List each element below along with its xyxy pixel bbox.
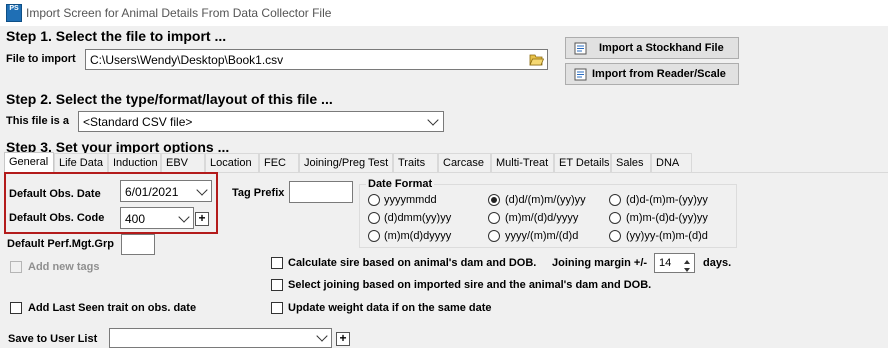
import-reader-label: Import from Reader/Scale bbox=[592, 68, 726, 80]
date-format-option-label: (d)dmm(yy)yy bbox=[384, 212, 452, 224]
add-obs-code-button[interactable]: + bbox=[195, 212, 209, 226]
tab-ebv[interactable]: EBV bbox=[161, 153, 205, 172]
notepad-icon bbox=[574, 68, 587, 81]
perf-mgt-grp-label: Default Perf.Mgt.Grp bbox=[7, 238, 114, 250]
update-weight-checkbox[interactable] bbox=[271, 302, 283, 314]
file-type-label: This file is a bbox=[6, 115, 69, 127]
save-user-list-select[interactable] bbox=[109, 328, 332, 348]
notepad-icon bbox=[574, 42, 587, 55]
date-format-option-label: (d)d/(m)m/(yy)yy bbox=[505, 194, 586, 206]
tab-fec[interactable]: FEC bbox=[259, 153, 299, 172]
spin-up-icon[interactable] bbox=[681, 255, 693, 264]
tab-et-details[interactable]: ET Details bbox=[554, 153, 611, 172]
date-format-option-label: (m)m/(d)d/yyyy bbox=[505, 212, 579, 224]
file-type-value: <Standard CSV file> bbox=[83, 115, 193, 129]
tab-general[interactable]: General bbox=[4, 152, 54, 173]
joining-margin-unit: days. bbox=[703, 257, 732, 269]
title-bar: PS Import Screen for Animal Details From… bbox=[0, 0, 888, 26]
joining-margin-value: 14 bbox=[659, 257, 672, 269]
tag-prefix-input[interactable] bbox=[289, 181, 353, 203]
chevron-down-icon bbox=[427, 114, 439, 126]
date-format-option-label: (m)m(d)dyyyy bbox=[384, 230, 452, 242]
date-format-radio[interactable] bbox=[609, 194, 621, 206]
date-format-radio[interactable] bbox=[368, 212, 380, 224]
file-to-import-label: File to import bbox=[6, 53, 76, 65]
tab-life-data[interactable]: Life Data bbox=[54, 153, 108, 172]
date-format-radio[interactable] bbox=[368, 194, 380, 206]
save-user-list-label: Save to User List bbox=[8, 333, 98, 345]
folder-open-icon[interactable] bbox=[529, 52, 545, 67]
tab-joining-preg-test[interactable]: Joining/Preg Test bbox=[299, 153, 393, 172]
obs-code-label: Default Obs. Code bbox=[9, 212, 105, 224]
calc-sire-label: Calculate sire based on animal's dam and… bbox=[288, 257, 537, 269]
obs-code-value: 400 bbox=[125, 212, 146, 226]
tab-multi-treat[interactable]: Multi-Treat bbox=[491, 153, 554, 172]
obs-code-select[interactable]: 400 bbox=[120, 207, 194, 229]
add-last-seen-label: Add Last Seen trait on obs. date bbox=[28, 302, 197, 314]
perf-mgt-grp-input[interactable] bbox=[121, 234, 155, 255]
add-last-seen-checkbox[interactable] bbox=[10, 302, 22, 314]
tab-sales[interactable]: Sales bbox=[611, 153, 651, 172]
date-format-option-label: yyyymmdd bbox=[384, 194, 437, 206]
step2-heading: Step 2. Select the type/format/layout of… bbox=[6, 91, 333, 107]
date-format-radio[interactable] bbox=[609, 212, 621, 224]
joining-margin-label: Joining margin +/- bbox=[552, 257, 648, 269]
window-title: Import Screen for Animal Details From Da… bbox=[26, 6, 332, 20]
obs-date-label: Default Obs. Date bbox=[9, 188, 101, 200]
step1-heading: Step 1. Select the file to import ... bbox=[6, 28, 227, 44]
date-format-radio[interactable] bbox=[488, 230, 500, 242]
select-joining-label: Select joining based on imported sire an… bbox=[288, 279, 652, 291]
update-weight-label: Update weight data if on the same date bbox=[288, 302, 492, 314]
file-path-input[interactable]: C:\Users\Wendy\Desktop\Book1.csv bbox=[85, 49, 548, 70]
date-format-option-label: (d)d-(m)m-(yy)yy bbox=[626, 194, 708, 206]
tab-traits[interactable]: Traits bbox=[393, 153, 438, 172]
import-stockhand-label: Import a Stockhand File bbox=[599, 42, 724, 54]
joining-margin-stepper[interactable]: 14 bbox=[654, 253, 695, 273]
date-format-option-label: (m)m-(d)d-(yy)yy bbox=[626, 212, 708, 224]
spin-down-icon[interactable] bbox=[681, 263, 693, 272]
add-new-tags-label: Add new tags bbox=[28, 261, 100, 273]
obs-date-picker[interactable]: 6/01/2021 bbox=[120, 180, 212, 202]
obs-date-value: 6/01/2021 bbox=[125, 185, 179, 199]
chevron-down-icon bbox=[196, 184, 208, 196]
add-new-tags-checkbox[interactable] bbox=[10, 261, 22, 273]
file-type-select[interactable]: <Standard CSV file> bbox=[78, 111, 444, 132]
date-format-label: Date Format bbox=[366, 178, 435, 190]
import-reader-button[interactable]: Import from Reader/Scale bbox=[565, 63, 739, 85]
chevron-down-icon bbox=[316, 330, 328, 342]
chevron-down-icon bbox=[178, 211, 190, 223]
tab-carcase[interactable]: Carcase bbox=[438, 153, 491, 172]
import-stockhand-button[interactable]: Import a Stockhand File bbox=[565, 37, 739, 59]
tab-dna[interactable]: DNA bbox=[651, 153, 692, 172]
date-format-radio-selected[interactable] bbox=[488, 194, 500, 206]
app-icon: PS bbox=[6, 4, 22, 22]
select-joining-checkbox[interactable] bbox=[271, 279, 283, 291]
tab-induction[interactable]: Induction bbox=[108, 153, 161, 172]
date-format-option-label: yyyy/(m)m/(d)d bbox=[505, 230, 579, 242]
file-path-value: C:\Users\Wendy\Desktop\Book1.csv bbox=[90, 53, 284, 67]
tab-location[interactable]: Location bbox=[205, 153, 259, 172]
date-format-radio[interactable] bbox=[488, 212, 500, 224]
tag-prefix-label: Tag Prefix bbox=[232, 187, 285, 199]
date-format-radio[interactable] bbox=[609, 230, 621, 242]
calc-sire-checkbox[interactable] bbox=[271, 257, 283, 269]
date-format-radio[interactable] bbox=[368, 230, 380, 242]
date-format-option-label: (yy)yy-(m)m-(d)d bbox=[626, 230, 708, 242]
